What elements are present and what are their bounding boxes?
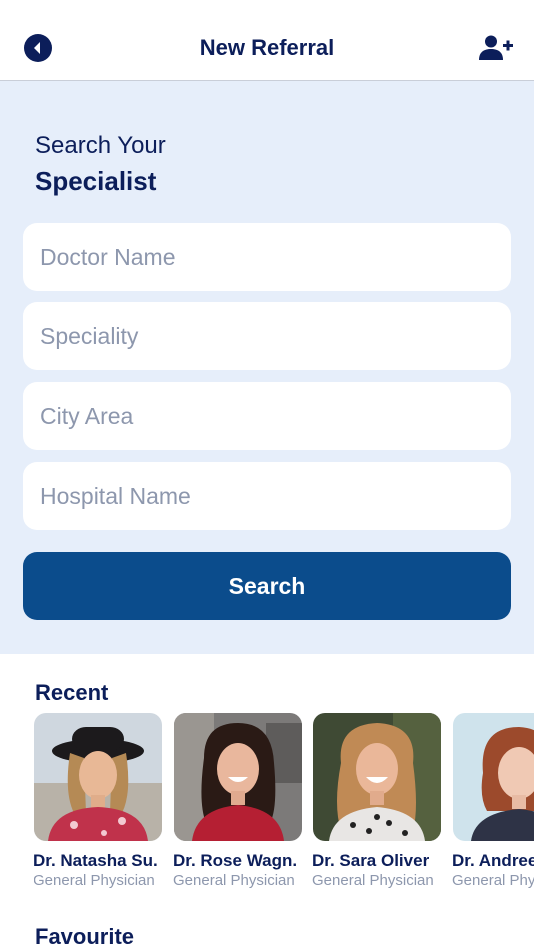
favourite-title: Favourite [35, 924, 135, 949]
search-panel: Search Your Specialist Search [0, 81, 534, 654]
doctor-name: Dr. Rose Wagn. [173, 851, 298, 870]
page-title: New Referral [199, 35, 335, 60]
add-user-icon [479, 35, 513, 60]
doctor-name: Dr. Natasha Su. [34, 851, 158, 870]
doctor-name-input[interactable] [23, 223, 511, 291]
recent-title: Recent [35, 680, 109, 705]
search-heading-line2: Specialist [35, 166, 157, 196]
doctor-specialty: General Physician [173, 872, 295, 889]
header-bar: New Referral [0, 0, 534, 81]
recent-doctors-list: Dr. Natasha Su. General Physician Dr. Ro… [34, 713, 534, 893]
doctor-specialty: General Physician [452, 872, 534, 889]
doctor-card[interactable]: Dr. Sara Oliver General Physician [312, 713, 443, 889]
doctor-avatar [313, 713, 441, 841]
doctor-avatar [34, 713, 162, 841]
doctor-card[interactable]: Dr. Andree General Physician [452, 713, 534, 889]
search-button[interactable]: Search [23, 552, 511, 620]
doctor-card[interactable]: Dr. Rose Wagn. General Physician [173, 713, 304, 889]
doctor-specialty: General Physician [34, 872, 155, 889]
search-heading-line1: Search Your [35, 132, 166, 159]
hospital-name-input[interactable] [23, 462, 511, 530]
doctor-card[interactable]: Dr. Natasha Su. General Physician [34, 713, 164, 889]
doctor-name: Dr. Andree [452, 851, 534, 870]
city-area-input[interactable] [23, 382, 511, 450]
doctor-avatar [174, 713, 302, 841]
doctor-specialty: General Physician [312, 872, 434, 889]
doctor-avatar [453, 713, 534, 841]
doctor-name: Dr. Sara Oliver [312, 851, 430, 870]
speciality-input[interactable] [23, 302, 511, 370]
add-user-button[interactable] [476, 33, 516, 65]
